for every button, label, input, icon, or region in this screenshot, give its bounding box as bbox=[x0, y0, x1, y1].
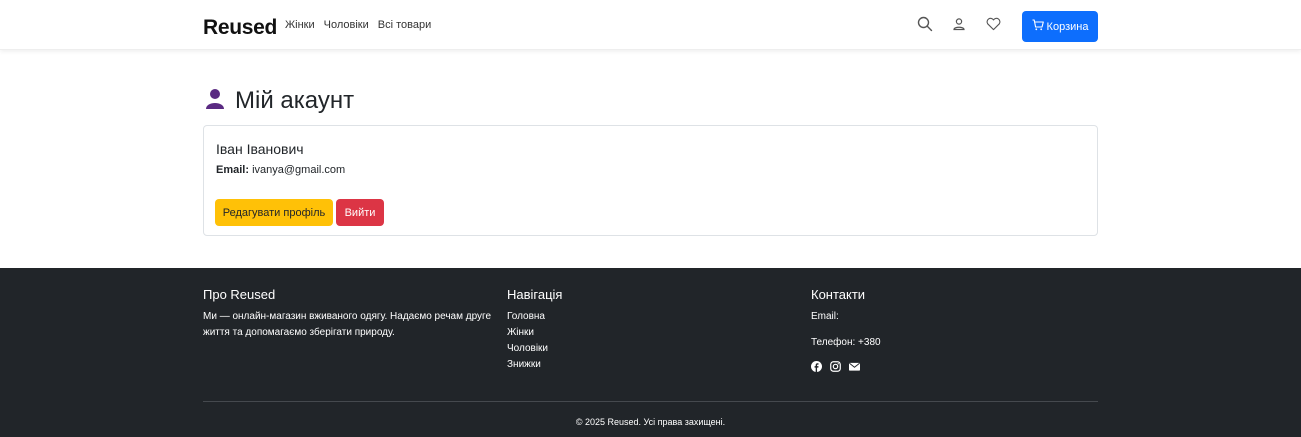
footer-contacts-title: Контакти bbox=[811, 287, 866, 302]
main-nav: Жінки Чоловіки Всі товари bbox=[285, 19, 431, 31]
footer-link-men[interactable]: Чоловіки bbox=[507, 343, 548, 354]
copyright-text: © 2025 Reused. Усі права захищені. bbox=[575, 417, 726, 427]
search-icon[interactable] bbox=[915, 14, 935, 34]
footer-phone: Телефон: +380 bbox=[811, 337, 881, 348]
heart-icon[interactable] bbox=[983, 14, 1003, 34]
nav-link-women[interactable]: Жінки bbox=[285, 19, 315, 31]
facebook-icon[interactable] bbox=[811, 361, 822, 372]
footer-link-home[interactable]: Головна bbox=[507, 311, 545, 322]
edit-profile-button[interactable]: Редагувати профіль bbox=[215, 199, 333, 226]
footer-contacts: Контакти Email: Телефон: +380 bbox=[811, 287, 881, 372]
email-value: ivanya@gmail.com bbox=[252, 164, 346, 176]
instagram-icon[interactable] bbox=[830, 361, 841, 372]
email-label: Email: bbox=[216, 164, 250, 176]
footer-link-discounts[interactable]: Знижки bbox=[507, 359, 541, 370]
mail-icon[interactable] bbox=[849, 361, 860, 372]
footer-about-title: Про Reused bbox=[203, 287, 276, 302]
nav-link-all-products[interactable]: Всі товари bbox=[378, 19, 431, 31]
footer-link-women[interactable]: Жінки bbox=[507, 327, 534, 338]
account-card: Іван Іванович Email: ivanya@gmail.com Ре… bbox=[203, 125, 1098, 236]
cart-icon bbox=[1032, 19, 1044, 34]
page-title: Мій акаунт bbox=[205, 87, 354, 115]
header-icons bbox=[915, 14, 1015, 34]
navbar: Reused Жінки Чоловіки Всі товари Корзина bbox=[0, 0, 1301, 50]
footer-navigation: Навігація Головна Жінки Чоловіки Знижки bbox=[507, 287, 562, 373]
user-icon[interactable] bbox=[949, 14, 969, 34]
user-name: Іван Іванович bbox=[216, 141, 304, 157]
footer-about: Про Reused Ми — онлайн-магазин вживаного… bbox=[203, 287, 493, 341]
footer-divider bbox=[203, 401, 1098, 402]
cart-label: Корзина bbox=[1046, 20, 1089, 33]
cart-button[interactable]: Корзина bbox=[1022, 11, 1098, 42]
user-email: Email: ivanya@gmail.com bbox=[216, 164, 345, 176]
brand-logo[interactable]: Reused bbox=[203, 16, 277, 40]
social-links bbox=[811, 361, 881, 372]
nav-link-men[interactable]: Чоловіки bbox=[324, 19, 369, 31]
page-title-text: Мій акаунт bbox=[235, 87, 355, 114]
user-icon bbox=[205, 88, 225, 115]
footer-about-text: Ми — онлайн-магазин вживаного одягу. Над… bbox=[203, 311, 492, 338]
footer-nav-title: Навігація bbox=[507, 287, 563, 302]
footer: Про Reused Ми — онлайн-магазин вживаного… bbox=[0, 268, 1301, 437]
footer-email: Email: bbox=[811, 311, 839, 322]
logout-button[interactable]: Вийти bbox=[336, 199, 384, 226]
